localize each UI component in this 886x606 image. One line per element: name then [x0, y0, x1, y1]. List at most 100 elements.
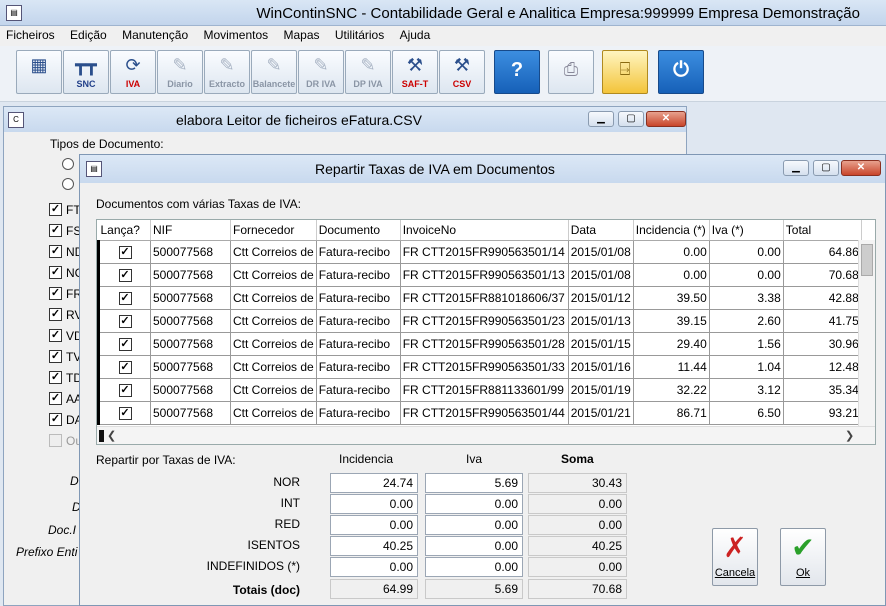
- split-iva-input[interactable]: 0.00: [425, 536, 523, 556]
- lanca-checkbox[interactable]: ✓: [118, 407, 132, 420]
- snc-button[interactable]: ┳┳ SNC: [63, 50, 109, 94]
- table-row[interactable]: ✓ 500077568 Ctt Correios de Fatura-recibo FR…: [97, 286, 862, 310]
- total-cell[interactable]: 41.75: [783, 309, 862, 333]
- invoice-cell[interactable]: FR CTT2015FR881133601/99: [400, 378, 569, 402]
- close-button[interactable]: ✕: [646, 111, 686, 127]
- nif-cell[interactable]: 500077568: [150, 263, 231, 287]
- fornecedor-cell[interactable]: Ctt Correios de: [230, 378, 317, 402]
- table-row[interactable]: ✓ 500077568 Ctt Correios de Fatura-recibo FR…: [97, 401, 862, 425]
- table-row[interactable]: ✓ 500077568 Ctt Correios de Fatura-recibo FR…: [97, 378, 862, 402]
- cancel-button[interactable]: ✗ Cancela: [712, 528, 758, 586]
- col-header-incidencia[interactable]: Incidencia (*): [633, 220, 710, 241]
- total-cell[interactable]: 12.48: [783, 355, 862, 379]
- data-cell[interactable]: 2015/01/08: [568, 240, 634, 264]
- iva-cell[interactable]: 6.50: [709, 401, 784, 425]
- table-row[interactable]: ✓ 500077568 Ctt Correios de Fatura-recibo FR…: [97, 240, 862, 264]
- col-header-invoiceno[interactable]: InvoiceNo: [400, 220, 569, 241]
- csv-button[interactable]: ⚒ CSV: [439, 50, 485, 94]
- lanca-checkbox[interactable]: ✓: [118, 338, 132, 351]
- split-incidencia-input[interactable]: 0.00: [330, 515, 418, 535]
- split-iva-input[interactable]: 5.69: [425, 473, 523, 493]
- menu-movimentos[interactable]: Movimentos: [197, 26, 274, 42]
- documento-cell[interactable]: Fatura-recibo: [316, 263, 401, 287]
- nif-cell[interactable]: 500077568: [150, 378, 231, 402]
- lanca-checkbox[interactable]: ✓: [118, 246, 132, 259]
- total-cell[interactable]: 30.96: [783, 332, 862, 356]
- radio-option-1[interactable]: [62, 158, 74, 170]
- invoice-cell[interactable]: FR CTT2015FR990563501/14: [400, 240, 569, 264]
- checkbox-fr[interactable]: ✓: [49, 287, 62, 300]
- lanca-checkbox[interactable]: ✓: [118, 269, 132, 282]
- fornecedor-cell[interactable]: Ctt Correios de: [230, 286, 317, 310]
- total-cell[interactable]: 42.88: [783, 286, 862, 310]
- incidencia-cell[interactable]: 29.40: [633, 332, 710, 356]
- exit-button[interactable]: ⍈: [602, 50, 648, 94]
- maximize-button[interactable]: ▢: [618, 111, 644, 127]
- menu-mapas[interactable]: Mapas: [278, 26, 326, 42]
- dialog-maximize-button[interactable]: ▢: [813, 160, 839, 176]
- invoice-cell[interactable]: FR CTT2015FR990563501/33: [400, 355, 569, 379]
- radio-option-2[interactable]: [62, 178, 74, 190]
- diario-button[interactable]: ✎ Diario: [157, 50, 203, 94]
- balancete-button[interactable]: ✎ Balancete: [251, 50, 297, 94]
- invoice-cell[interactable]: FR CTT2015FR990563501/44: [400, 401, 569, 425]
- lanca-checkbox[interactable]: ✓: [118, 292, 132, 305]
- nif-cell[interactable]: 500077568: [150, 309, 231, 333]
- incidencia-cell[interactable]: 39.50: [633, 286, 710, 310]
- extracto-button[interactable]: ✎ Extracto: [204, 50, 250, 94]
- lanca-cell[interactable]: ✓: [97, 309, 151, 333]
- menu-manutencao[interactable]: Manutenção: [116, 26, 194, 42]
- scroll-left-arrow-icon[interactable]: ❮: [107, 429, 116, 442]
- ok-button[interactable]: ✔ Ok: [780, 528, 826, 586]
- col-header-data[interactable]: Data: [568, 220, 634, 241]
- print-button[interactable]: ⎙: [548, 50, 594, 94]
- incidencia-cell[interactable]: 11.44: [633, 355, 710, 379]
- split-iva-input[interactable]: 0.00: [425, 494, 523, 514]
- split-iva-input[interactable]: 0.00: [425, 557, 523, 577]
- minimize-button[interactable]: ▁: [588, 111, 614, 127]
- data-cell[interactable]: 2015/01/08: [568, 263, 634, 287]
- documento-cell[interactable]: Fatura-recibo: [316, 240, 401, 264]
- dp-iva-button[interactable]: ✎ DP IVA: [345, 50, 391, 94]
- lanca-checkbox[interactable]: ✓: [118, 384, 132, 397]
- fornecedor-cell[interactable]: Ctt Correios de: [230, 332, 317, 356]
- documento-cell[interactable]: Fatura-recibo: [316, 401, 401, 425]
- menu-ficheiros[interactable]: Ficheiros: [0, 26, 61, 42]
- total-cell[interactable]: 93.21: [783, 401, 862, 425]
- fornecedor-cell[interactable]: Ctt Correios de: [230, 263, 317, 287]
- nif-cell[interactable]: 500077568: [150, 401, 231, 425]
- checkbox-rv[interactable]: ✓: [49, 308, 62, 321]
- checkbox-td[interactable]: ✓: [49, 371, 62, 384]
- iva-button[interactable]: ⟳ IVA: [110, 50, 156, 94]
- documento-cell[interactable]: Fatura-recibo: [316, 355, 401, 379]
- total-cell[interactable]: 35.34: [783, 378, 862, 402]
- data-cell[interactable]: 2015/01/19: [568, 378, 634, 402]
- invoice-cell[interactable]: FR CTT2015FR881018606/37: [400, 286, 569, 310]
- table-button[interactable]: ▦: [16, 50, 62, 94]
- incidencia-cell[interactable]: 32.22: [633, 378, 710, 402]
- grid-horizontal-scroll-thumb[interactable]: [99, 430, 104, 442]
- invoice-cell[interactable]: FR CTT2015FR990563501/13: [400, 263, 569, 287]
- iva-cell[interactable]: 3.12: [709, 378, 784, 402]
- menu-utilitarios[interactable]: Utilitários: [329, 26, 390, 42]
- lanca-cell[interactable]: ✓: [97, 263, 151, 287]
- dialog-close-button[interactable]: ✕: [841, 160, 881, 176]
- invoice-cell[interactable]: FR CTT2015FR990563501/28: [400, 332, 569, 356]
- menu-ajuda[interactable]: Ajuda: [394, 26, 437, 42]
- documento-cell[interactable]: Fatura-recibo: [316, 332, 401, 356]
- fornecedor-cell[interactable]: Ctt Correios de: [230, 355, 317, 379]
- iva-cell[interactable]: 3.38: [709, 286, 784, 310]
- checkbox-ft[interactable]: ✓: [49, 203, 62, 216]
- nif-cell[interactable]: 500077568: [150, 355, 231, 379]
- data-cell[interactable]: 2015/01/13: [568, 309, 634, 333]
- iva-cell[interactable]: 2.60: [709, 309, 784, 333]
- iva-cell[interactable]: 1.56: [709, 332, 784, 356]
- total-cell[interactable]: 70.68: [783, 263, 862, 287]
- total-cell[interactable]: 64.86: [783, 240, 862, 264]
- incidencia-cell[interactable]: 39.15: [633, 309, 710, 333]
- iva-cell[interactable]: 1.04: [709, 355, 784, 379]
- checkbox-nc[interactable]: ✓: [49, 266, 62, 279]
- data-cell[interactable]: 2015/01/12: [568, 286, 634, 310]
- data-cell[interactable]: 2015/01/15: [568, 332, 634, 356]
- table-row[interactable]: ✓ 500077568 Ctt Correios de Fatura-recibo FR…: [97, 309, 862, 333]
